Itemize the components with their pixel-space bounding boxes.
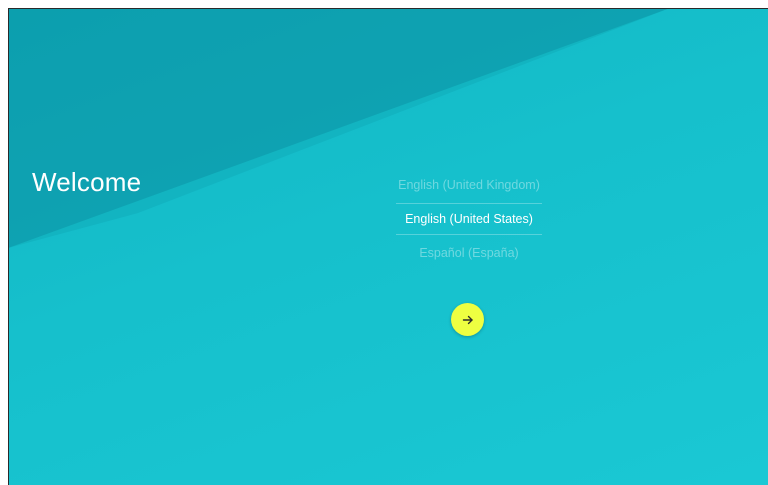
frame-edge-top — [8, 8, 768, 9]
language-option-en-gb[interactable]: English (United Kingdom) — [396, 170, 542, 200]
frame-edge-left — [8, 8, 9, 485]
setup-wizard-screen: Welcome English (United Kingdom) English… — [8, 8, 768, 485]
language-picker[interactable]: English (United Kingdom) English (United… — [396, 170, 542, 268]
language-option-en-us[interactable]: English (United States) — [396, 203, 542, 235]
next-button[interactable] — [451, 303, 484, 336]
arrow-right-icon — [462, 315, 473, 324]
page-title: Welcome — [32, 167, 142, 197]
language-option-es-es[interactable]: Español (España) — [396, 238, 542, 268]
background-shard — [8, 8, 670, 248]
